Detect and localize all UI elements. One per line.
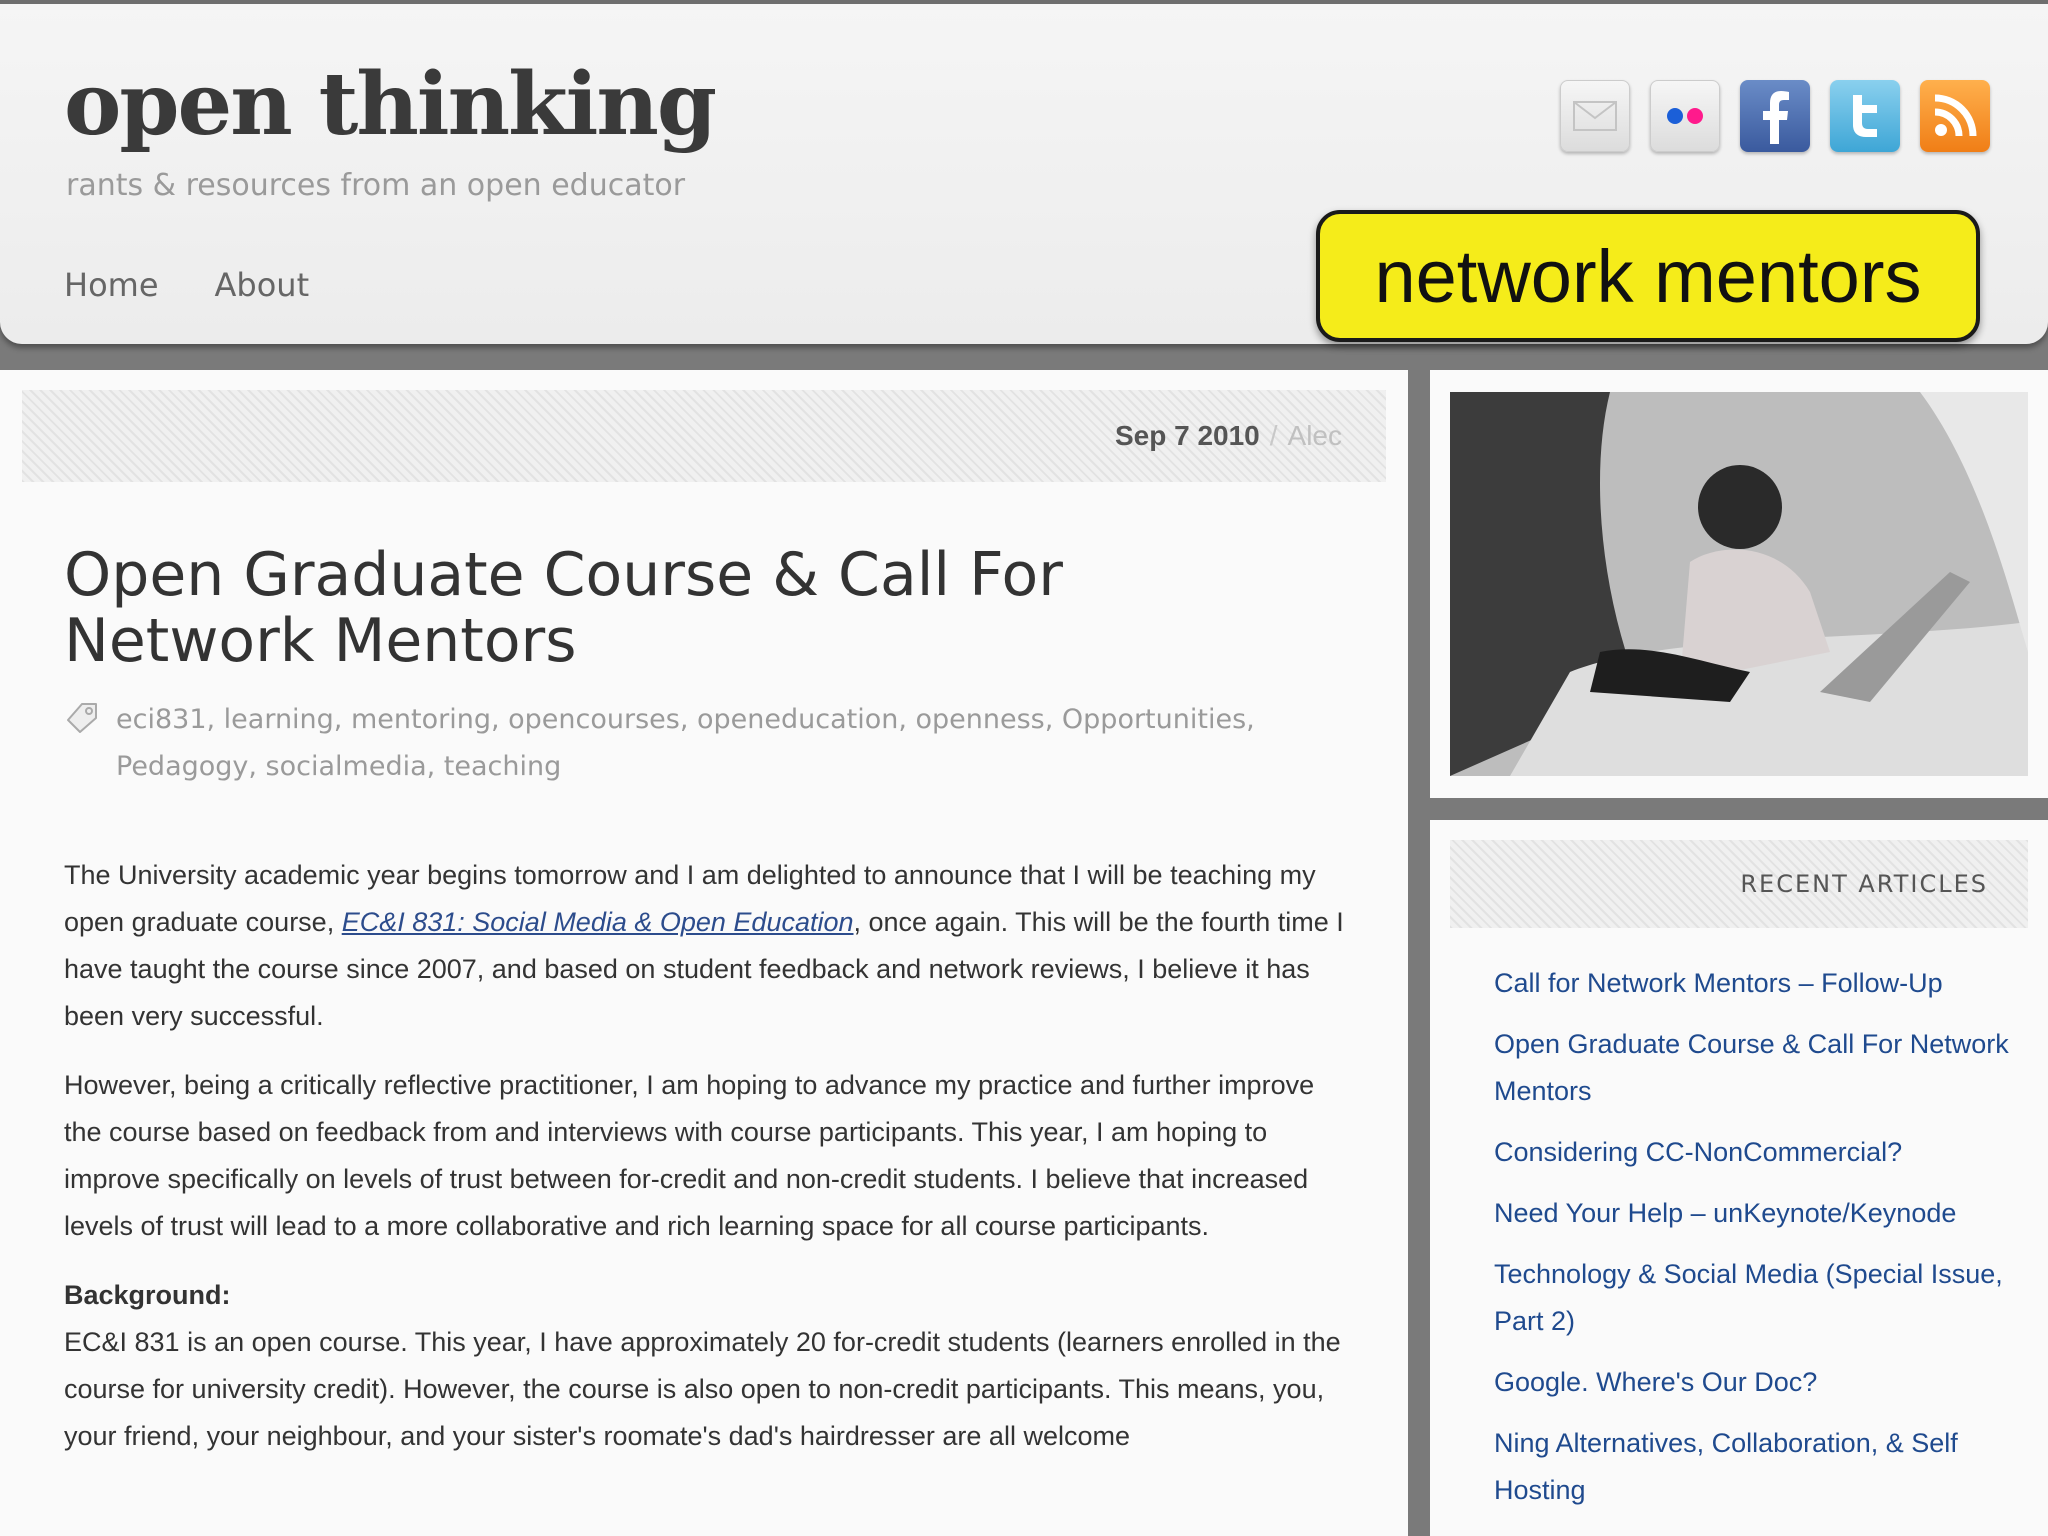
post-date: Sep 7 2010 [1114,420,1260,451]
main-nav: Home About [64,266,309,304]
callout-label: network mentors [1316,210,1980,342]
nav-home[interactable]: Home [64,266,159,304]
recent-article-link[interactable]: Considering CC-NonCommercial? [1494,1137,1902,1167]
recent-articles-list: Call for Network Mentors – Follow-Up Ope… [1494,960,2014,1528]
header-photo [1450,392,2028,776]
paragraph-2: However, being a critically reflective p… [64,1070,1315,1241]
recent-article-link[interactable]: Need Your Help – unKeynote/Keynode [1494,1198,1956,1228]
post-container: Sep 7 2010 / Alec Open Graduate Course &… [0,370,1408,1536]
recent-article-link[interactable]: Google. Where's Our Doc? [1494,1367,1817,1397]
list-item: Technology & Social Media (Special Issue… [1494,1251,2014,1345]
mail-icon[interactable] [1560,80,1630,152]
site-tagline: rants & resources from an open educator [66,168,686,203]
rss-icon[interactable] [1920,80,1990,152]
sidebar-photo-widget [1430,370,2048,798]
twitter-icon[interactable] [1830,80,1900,152]
post-tags[interactable]: eci831, learning, mentoring, opencourses… [116,696,1346,790]
recent-article-link[interactable]: Technology & Social Media (Special Issue… [1494,1259,2003,1336]
course-link[interactable]: EC&I 831: Social Media & Open Education [342,907,854,937]
recent-article-link[interactable]: Ning Alternatives, Collaboration, & Self… [1494,1428,1958,1505]
meta-separator: / [1269,420,1278,451]
recent-articles-widget: RECENT ARTICLES Call for Network Mentors… [1430,820,2048,1536]
site-title[interactable]: open thinking [64,54,717,155]
tag-icon [67,703,97,733]
post-body: The University academic year begins tomo… [64,852,1354,1482]
post-title[interactable]: Open Graduate Course & Call For Network … [64,542,1324,674]
post-author[interactable]: Alec [1288,420,1342,452]
background-heading: Background: [64,1280,231,1310]
recent-article-link[interactable]: Call for Network Mentors – Follow-Up [1494,968,1943,998]
social-icons [1560,80,1990,152]
facebook-icon[interactable] [1740,80,1810,152]
recent-articles-heading: RECENT ARTICLES [1450,840,2028,928]
post-meta-bar: Sep 7 2010 / Alec [22,390,1386,482]
list-item: Need Your Help – unKeynote/Keynode [1494,1190,2014,1237]
paragraph-3: EC&I 831 is an open course. This year, I… [64,1327,1341,1451]
list-item: Open Graduate Course & Call For Network … [1494,1021,2014,1115]
list-item: Ning Alternatives, Collaboration, & Self… [1494,1420,2014,1514]
recent-article-link[interactable]: Open Graduate Course & Call For Network … [1494,1029,2009,1106]
list-item: Call for Network Mentors – Follow-Up [1494,960,2014,1007]
list-item: Considering CC-NonCommercial? [1494,1129,2014,1176]
flickr-icon[interactable] [1650,80,1720,152]
paragraph-1: The University academic year begins tomo… [64,852,1354,1040]
nav-about[interactable]: About [215,266,310,304]
list-item: Google. Where's Our Doc? [1494,1359,2014,1406]
